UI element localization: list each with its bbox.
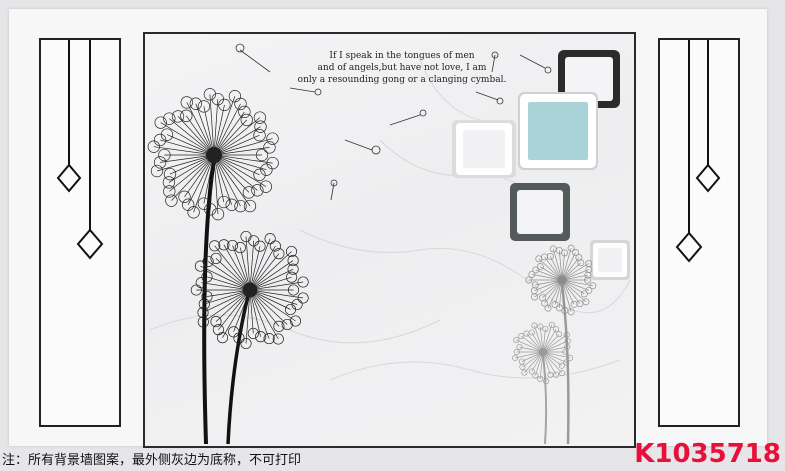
decor-square-white-left <box>452 120 516 178</box>
wallpaper-design-preview: If I speak in the tongues of men and of … <box>0 0 785 471</box>
poem-quote: If I speak in the tongues of men and of … <box>282 50 522 86</box>
dandelion-puff-4 <box>512 321 574 385</box>
decor-square-dark-bottom <box>510 183 570 241</box>
quote-line-3: only a resounding gong or a clanging cym… <box>297 75 507 85</box>
quote-line-1: If I speak in the tongues of men <box>329 51 475 61</box>
quote-line-2: and of angels,but have not love, I am <box>317 63 487 73</box>
dandelion-puff-2 <box>190 230 309 350</box>
dandelion-puff-1 <box>147 88 279 221</box>
left-hanging-diamonds <box>56 40 104 260</box>
print-note: 注：所有背景墙图案，最外侧灰边为底称，不可打印 <box>2 453 302 468</box>
decor-square-teal <box>518 92 598 170</box>
product-code: K1035718 <box>634 439 781 469</box>
right-hanging-diamonds <box>675 40 721 263</box>
decor-square-white-small <box>590 240 630 280</box>
